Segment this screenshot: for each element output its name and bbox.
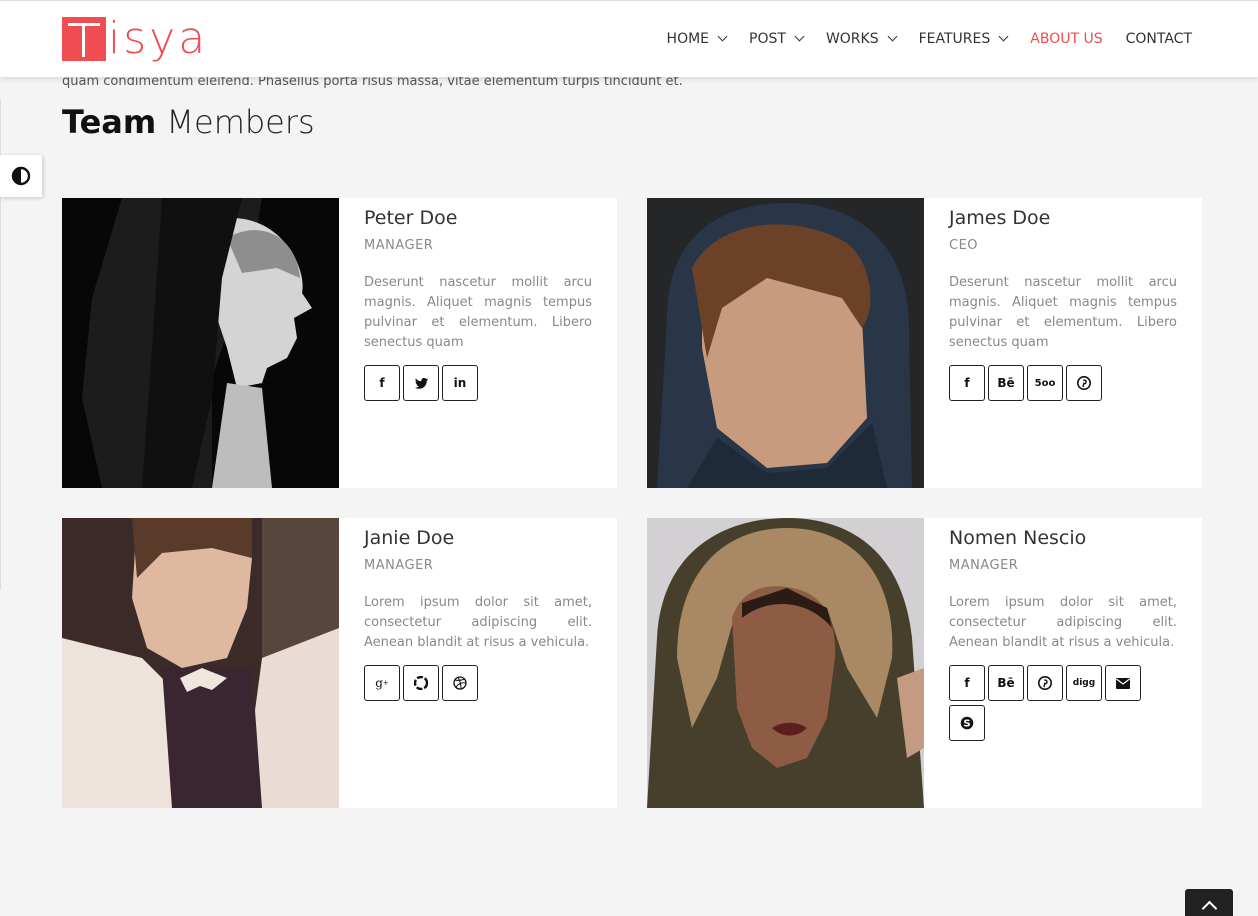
member-bio: Lorem ipsum dolor sit amet, consectetur … [949, 595, 1177, 650]
social-links: f Bē 5oo [949, 365, 1149, 405]
nav-item-features[interactable]: FEATURES [918, 30, 1009, 47]
nav-item-works[interactable]: WORKS [825, 30, 898, 47]
behance-icon[interactable]: Bē [988, 365, 1024, 401]
member-role: MANAGER [364, 558, 434, 573]
linkedin-icon[interactable]: in [442, 365, 478, 401]
team-card: James Doe CEO Deserunt nascetur mollit a… [647, 198, 1202, 488]
member-info: James Doe CEO Deserunt nascetur mollit a… [949, 198, 1177, 405]
nav-label: ABOUT US [1030, 30, 1103, 47]
nav-label: WORKS [825, 30, 879, 47]
section-title: Team Members [62, 103, 315, 141]
member-role: MANAGER [364, 238, 434, 253]
main-nav: HOME POST WORKS FEATURES ABOUT US CONTAC… [644, 1, 1192, 76]
member-name: Peter Doe [364, 207, 458, 229]
scroll-to-top-button[interactable] [1185, 889, 1233, 916]
member-info: Peter Doe MANAGER Deserunt nascetur moll… [364, 198, 592, 405]
twitter-icon[interactable] [403, 365, 439, 401]
team-card: Nomen Nescio MANAGER Lorem ipsum dolor s… [647, 518, 1202, 808]
site-header: isya HOME POST WORKS FEATURES ABOUT US C… [0, 0, 1258, 77]
member-photo [62, 198, 339, 488]
500px-icon[interactable]: 5oo [1027, 365, 1063, 401]
pinterest-icon[interactable] [1027, 665, 1063, 701]
nav-item-post[interactable]: POST [749, 30, 805, 47]
nav-label: HOME [666, 30, 710, 47]
member-role: CEO [949, 238, 979, 253]
envelope-icon[interactable] [1105, 665, 1141, 701]
site-logo[interactable]: isya [62, 11, 208, 67]
pinterest-icon[interactable] [1066, 365, 1102, 401]
google-plus-icon[interactable]: g + [364, 665, 400, 701]
nav-item-home[interactable]: HOME [666, 30, 728, 47]
facebook-icon[interactable]: f [364, 365, 400, 401]
team-card: Peter Doe MANAGER Deserunt nascetur moll… [62, 198, 617, 488]
contrast-icon [11, 166, 31, 186]
member-name: James Doe [949, 207, 1051, 229]
logo-text: isya [108, 13, 209, 64]
section-title-light: Members [156, 103, 315, 141]
member-photo [647, 518, 924, 808]
team-card: Janie Doe MANAGER Lorem ipsum dolor sit … [62, 518, 617, 808]
dribbble-icon[interactable] [442, 665, 478, 701]
member-photo [647, 198, 924, 488]
social-links: g + [364, 665, 564, 705]
member-role: MANAGER [949, 558, 1019, 573]
member-bio: Deserunt nascetur mollit arcu magnis. Al… [949, 275, 1177, 350]
social-links: f in [364, 365, 564, 405]
social-links: f Bē digg S [949, 665, 1149, 745]
member-bio: Lorem ipsum dolor sit amet, consectetur … [364, 595, 592, 650]
section-title-bold: Team [62, 103, 157, 141]
picasa-icon[interactable] [403, 665, 439, 701]
nav-item-about-us[interactable]: ABOUT US [1030, 31, 1102, 47]
member-info: Janie Doe MANAGER Lorem ipsum dolor sit … [364, 518, 592, 705]
member-bio: Deserunt nascetur mollit arcu magnis. Al… [364, 275, 592, 350]
chevron-down-icon [717, 31, 728, 41]
behance-icon[interactable]: Bē [988, 665, 1024, 701]
member-info: Nomen Nescio MANAGER Lorem ipsum dolor s… [949, 518, 1177, 745]
chevron-down-icon [794, 31, 805, 41]
chevron-down-icon [887, 31, 898, 41]
chevron-down-icon [998, 31, 1009, 41]
svg-text:S: S [963, 719, 970, 730]
member-name: Janie Doe [364, 527, 455, 549]
skype-icon[interactable]: S [949, 705, 985, 741]
facebook-icon[interactable]: f [949, 665, 985, 701]
nav-label: POST [749, 30, 786, 47]
digg-icon[interactable]: digg [1066, 665, 1102, 701]
nav-label: CONTACT [1125, 30, 1192, 47]
member-photo [62, 518, 339, 808]
logo-mark [62, 17, 106, 61]
nav-item-contact[interactable]: CONTACT [1126, 31, 1192, 47]
facebook-icon[interactable]: f [949, 365, 985, 401]
chevron-up-icon [1201, 900, 1217, 916]
nav-label: FEATURES [918, 30, 991, 47]
member-name: Nomen Nescio [949, 527, 1087, 549]
contrast-toggle-button[interactable] [0, 155, 42, 197]
